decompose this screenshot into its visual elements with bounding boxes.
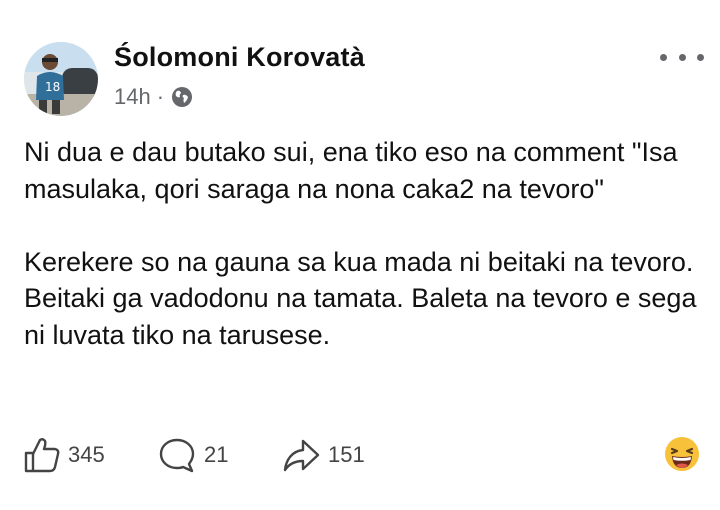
thumbs-up-icon — [24, 438, 60, 473]
share-arrow-icon — [283, 439, 320, 472]
share-button[interactable]: 151 — [282, 432, 365, 478]
more-options-button[interactable] — [660, 44, 704, 70]
comment-count: 21 — [204, 442, 229, 467]
post-paragraph: Kerekere so na gauna sa kua mada ni beit… — [24, 246, 697, 350]
more-dot-icon — [678, 53, 686, 61]
like-button[interactable]: 345 — [22, 432, 105, 478]
post-card: 18 Śolomoni Korovatà 14h · Ni dua e dau … — [0, 0, 720, 510]
post-timestamp[interactable]: 14h — [114, 84, 151, 110]
post-actions-bar: 345 21 151 — [22, 432, 702, 478]
post-text: Ni dua e dau butako sui, ena tiko eso na… — [24, 134, 704, 353]
more-dot-icon — [660, 53, 667, 61]
meta-separator: · — [156, 84, 165, 109]
svg-text:18: 18 — [45, 80, 60, 94]
comment-button[interactable]: 21 — [158, 432, 228, 478]
post-paragraph: Ni dua e dau butako sui, ena tiko eso na… — [24, 137, 678, 204]
like-count: 345 — [68, 442, 105, 467]
author-name[interactable]: Śolomoni Korovatà — [114, 42, 365, 73]
more-dot-icon — [697, 53, 704, 61]
laughing-emoji-icon[interactable] — [664, 436, 700, 472]
avatar[interactable]: 18 — [24, 42, 98, 116]
globe-icon[interactable] — [171, 86, 193, 108]
post-meta: 14h · — [114, 84, 193, 110]
comment-bubble-icon — [159, 438, 195, 473]
share-count: 151 — [328, 442, 365, 467]
